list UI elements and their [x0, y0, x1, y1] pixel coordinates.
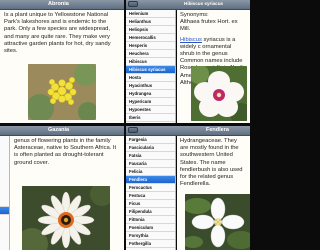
- list-item[interactable]: Fatsia: [126, 152, 175, 160]
- list-item[interactable]: Festuca: [126, 192, 175, 200]
- list-item[interactable]: Foeniculum: [126, 224, 175, 232]
- list-item[interactable]: Hyacinthus: [126, 82, 175, 90]
- synonyms-value: Althaea frutex Hort. ex Mill.: [180, 19, 238, 33]
- plant-list: [0, 136, 10, 250]
- navigation-bar: Hibiscus syriacus: [126, 0, 250, 10]
- description-text: Is a plant unique to Yellowstone Nationa…: [4, 12, 111, 55]
- list-item[interactable]: Impatiens: [126, 122, 175, 123]
- list-item[interactable]: Hibiscus: [126, 58, 175, 66]
- fendlera-photo: [185, 194, 250, 250]
- hibiscus-photo: [191, 66, 247, 121]
- list-item[interactable]: Helianthus: [126, 18, 175, 26]
- synonyms-block: Synonyms: Althaea frutex Hort. ex Mill.: [180, 12, 246, 34]
- list-item[interactable]: Fargesia: [126, 136, 175, 144]
- list-item[interactable]: Hydrangea: [126, 90, 175, 98]
- list-item[interactable]: Ferocactus: [126, 184, 175, 192]
- list-item[interactable]: Hemerocallis: [126, 34, 175, 42]
- gazania-screen: Gazania genus of flowering plants in the…: [0, 126, 124, 250]
- plant-list: Fargesia Fascicularia Fatsia Faucaria Felici…: [126, 136, 176, 250]
- list-item[interactable]: Felicia: [126, 168, 175, 176]
- back-button[interactable]: [128, 127, 138, 133]
- navigation-bar: Gazania: [0, 126, 124, 136]
- list-item[interactable]: Fascicularia: [126, 144, 175, 152]
- genus-link[interactable]: Hibiscus: [180, 37, 202, 43]
- page-title: Fendlera: [206, 127, 229, 133]
- detail-pane: Is a plant unique to Yellowstone Nationa…: [0, 10, 124, 123]
- page-title: Abronia: [48, 1, 69, 7]
- list-item[interactable]: Filipendula: [126, 208, 175, 216]
- detail-pane: genus of flowering plants in the family …: [10, 136, 124, 250]
- list-item[interactable]: Heuchera: [126, 50, 175, 58]
- list-item[interactable]: Fothergilla: [126, 240, 175, 248]
- page-title: Hibiscus syriacus: [184, 1, 224, 6]
- page-title: Gazania: [48, 127, 70, 133]
- list-item[interactable]: Hibiscus syriacus: [126, 66, 175, 74]
- navigation-bar: Abronia: [0, 0, 124, 10]
- navigation-bar: Fendlera: [126, 126, 250, 136]
- description-text: genus of flowering plants in the family …: [14, 138, 117, 166]
- selected-list-item[interactable]: [0, 207, 9, 215]
- synonyms-label: Synonyms:: [180, 12, 209, 18]
- list-item[interactable]: Forsythia: [126, 232, 175, 240]
- list-item[interactable]: Fendlera: [126, 176, 175, 184]
- description-text: Hydrangeaceae. They are mostly found in …: [180, 138, 243, 188]
- list-item[interactable]: Fittonia: [126, 216, 175, 224]
- list-item[interactable]: Ficus: [126, 200, 175, 208]
- plant-list: Helenium Helianthus Heliopsis Hemerocallis H…: [126, 10, 176, 123]
- list-item[interactable]: Faucaria: [126, 160, 175, 168]
- abronia-photo: [28, 64, 96, 120]
- list-item[interactable]: Hesperis: [126, 42, 175, 50]
- list-item[interactable]: Helenium: [126, 10, 175, 18]
- list-item[interactable]: Heliopsis: [126, 26, 175, 34]
- list-item[interactable]: Hosta: [126, 74, 175, 82]
- screenshot-collage: Abronia Is a plant unique to Yellowstone…: [0, 0, 250, 250]
- list-item[interactable]: Hypericum: [126, 98, 175, 106]
- detail-pane: Synonyms: Althaea frutex Hort. ex Mill. …: [177, 10, 250, 123]
- abronia-screen: Abronia Is a plant unique to Yellowstone…: [0, 0, 124, 123]
- list-item[interactable]: Hypoestes: [126, 106, 175, 114]
- back-button[interactable]: [128, 1, 138, 7]
- gazania-photo: [22, 186, 110, 250]
- hibiscus-screen: Hibiscus syriacus Helenium Helianthus Heli…: [126, 0, 250, 123]
- fendlera-screen: Fendlera Fargesia Fascicularia Fatsia Fauca…: [126, 126, 250, 250]
- detail-pane: Hydrangeaceae. They are mostly found in …: [177, 136, 250, 250]
- list-item[interactable]: Iberis: [126, 114, 175, 122]
